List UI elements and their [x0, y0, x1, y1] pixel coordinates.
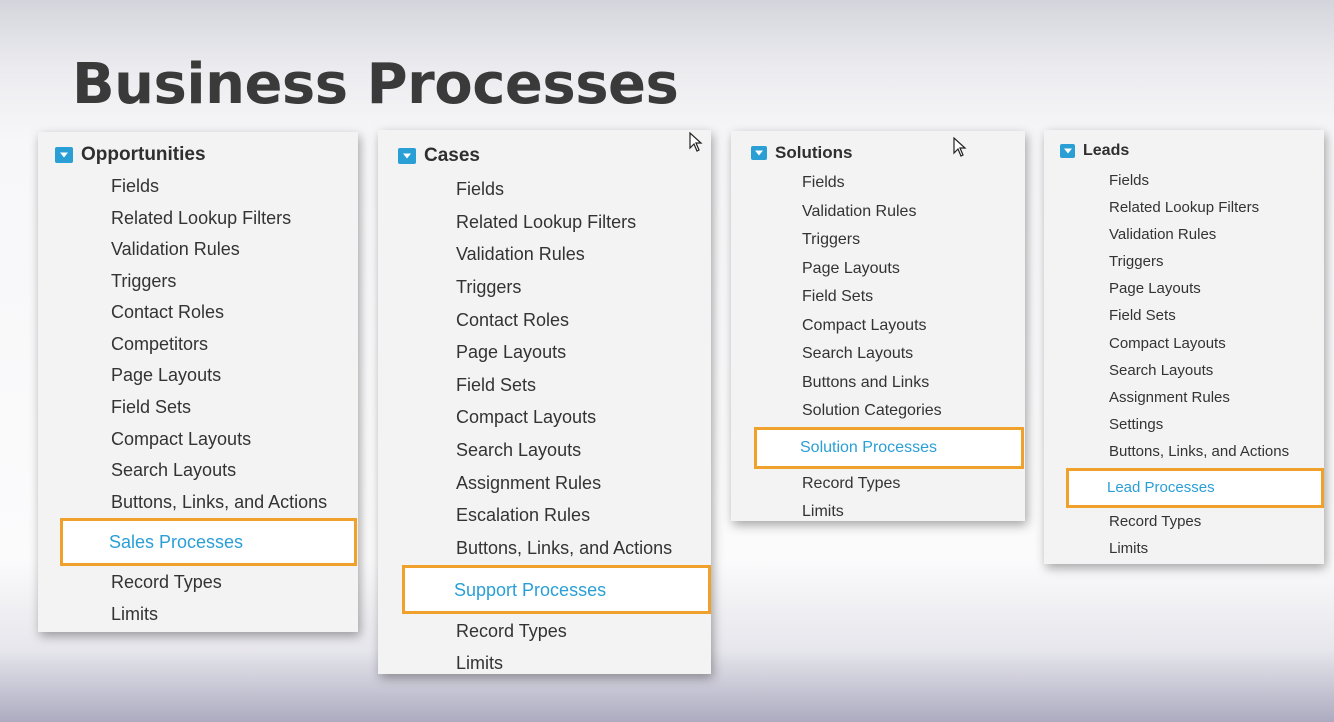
solutions-item-buttons-and-links[interactable]: Buttons and Links	[802, 374, 929, 392]
page-title: Business Processes	[72, 52, 679, 117]
cases-item-assignment-rules[interactable]: Assignment Rules	[456, 473, 601, 494]
cases-item-escalation-rules[interactable]: Escalation Rules	[456, 505, 590, 526]
solutions-header-label: Solutions	[775, 143, 853, 162]
leads-item-lead-processes[interactable]: Lead Processes	[1107, 479, 1215, 496]
leads-item-validation-rules[interactable]: Validation Rules	[1109, 226, 1216, 243]
leads-item-buttons-links-actions[interactable]: Buttons, Links, and Actions	[1109, 443, 1289, 460]
opportunities-item-compact-layouts[interactable]: Compact Layouts	[111, 429, 251, 450]
mouse-pointer-icon	[953, 137, 967, 157]
solutions-item-solution-processes[interactable]: Solution Processes	[800, 439, 937, 457]
opportunities-item-validation-rules[interactable]: Validation Rules	[111, 239, 240, 260]
collapse-triangle-icon[interactable]	[751, 146, 767, 160]
cases-item-validation-rules[interactable]: Validation Rules	[456, 244, 585, 265]
cases-header[interactable]: Cases	[398, 145, 480, 167]
leads-item-related-lookup-filters[interactable]: Related Lookup Filters	[1109, 199, 1259, 216]
opportunities-item-record-types[interactable]: Record Types	[111, 572, 222, 593]
solutions-item-triggers[interactable]: Triggers	[802, 231, 860, 249]
leads-item-fields[interactable]: Fields	[1109, 172, 1149, 189]
collapse-triangle-icon[interactable]	[1060, 144, 1075, 158]
leads-item-settings[interactable]: Settings	[1109, 416, 1163, 433]
cases-header-label: Cases	[424, 145, 480, 166]
cases-item-contact-roles[interactable]: Contact Roles	[456, 310, 569, 331]
opportunities-header-label: Opportunities	[81, 144, 206, 165]
cases-item-search-layouts[interactable]: Search Layouts	[456, 440, 581, 461]
leads-item-assignment-rules[interactable]: Assignment Rules	[1109, 389, 1230, 406]
cases-item-support-processes[interactable]: Support Processes	[454, 580, 606, 601]
solutions-item-limits[interactable]: Limits	[802, 503, 844, 521]
opportunities-item-contact-roles[interactable]: Contact Roles	[111, 302, 224, 323]
cases-item-buttons-links-actions[interactable]: Buttons, Links, and Actions	[456, 538, 672, 559]
leads-panel: Leads Fields Related Lookup Filters Vali…	[1044, 130, 1324, 564]
cases-item-record-types[interactable]: Record Types	[456, 621, 567, 642]
solutions-item-field-sets[interactable]: Field Sets	[802, 288, 873, 306]
opportunities-item-fields[interactable]: Fields	[111, 176, 159, 197]
solutions-item-page-layouts[interactable]: Page Layouts	[802, 260, 900, 278]
cases-item-related-lookup-filters[interactable]: Related Lookup Filters	[456, 212, 636, 233]
leads-item-triggers[interactable]: Triggers	[1109, 253, 1163, 270]
opportunities-item-limits[interactable]: Limits	[111, 604, 158, 625]
opportunities-item-competitors[interactable]: Competitors	[111, 334, 208, 355]
leads-item-record-types[interactable]: Record Types	[1109, 513, 1201, 530]
opportunities-item-field-sets[interactable]: Field Sets	[111, 397, 191, 418]
solutions-item-fields[interactable]: Fields	[802, 174, 845, 192]
opportunities-header[interactable]: Opportunities	[55, 144, 206, 166]
solutions-header[interactable]: Solutions	[751, 143, 852, 163]
opportunities-item-sales-processes[interactable]: Sales Processes	[109, 532, 243, 553]
cases-item-compact-layouts[interactable]: Compact Layouts	[456, 407, 596, 428]
leads-item-compact-layouts[interactable]: Compact Layouts	[1109, 335, 1226, 352]
cases-item-limits[interactable]: Limits	[456, 653, 503, 674]
leads-item-search-layouts[interactable]: Search Layouts	[1109, 362, 1213, 379]
leads-item-field-sets[interactable]: Field Sets	[1109, 307, 1176, 324]
solutions-item-validation-rules[interactable]: Validation Rules	[802, 203, 916, 221]
solutions-item-solution-categories[interactable]: Solution Categories	[802, 402, 942, 420]
opportunities-item-search-layouts[interactable]: Search Layouts	[111, 460, 236, 481]
opportunities-item-related-lookup-filters[interactable]: Related Lookup Filters	[111, 208, 291, 229]
leads-header-label: Leads	[1083, 142, 1130, 159]
opportunities-item-page-layouts[interactable]: Page Layouts	[111, 365, 221, 386]
solutions-item-search-layouts[interactable]: Search Layouts	[802, 345, 913, 363]
solutions-item-compact-layouts[interactable]: Compact Layouts	[802, 317, 927, 335]
opportunities-item-triggers[interactable]: Triggers	[111, 271, 176, 292]
cases-item-page-layouts[interactable]: Page Layouts	[456, 342, 566, 363]
cases-item-fields[interactable]: Fields	[456, 179, 504, 200]
leads-item-limits[interactable]: Limits	[1109, 540, 1148, 557]
collapse-triangle-icon[interactable]	[398, 148, 416, 164]
solutions-item-record-types[interactable]: Record Types	[802, 475, 900, 493]
cases-panel: Cases Fields Related Lookup Filters Vali…	[378, 130, 711, 674]
mouse-pointer-icon	[689, 132, 703, 152]
opportunities-item-buttons-links-actions[interactable]: Buttons, Links, and Actions	[111, 492, 327, 513]
collapse-triangle-icon[interactable]	[55, 147, 73, 163]
cases-item-triggers[interactable]: Triggers	[456, 277, 521, 298]
cases-item-field-sets[interactable]: Field Sets	[456, 375, 536, 396]
leads-header[interactable]: Leads	[1060, 142, 1129, 160]
solutions-panel: Solutions Fields Validation Rules Trigge…	[731, 131, 1025, 521]
opportunities-panel: Opportunities Fields Related Lookup Filt…	[38, 132, 358, 632]
leads-item-page-layouts[interactable]: Page Layouts	[1109, 280, 1201, 297]
